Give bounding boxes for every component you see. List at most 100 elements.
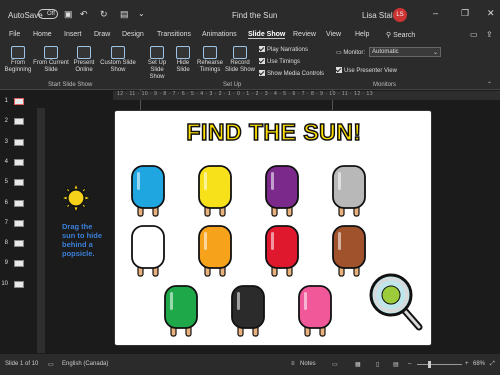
tab-design[interactable]: Design xyxy=(122,31,144,38)
show-media-controls-checkbox[interactable]: Show Media Controls xyxy=(259,70,324,77)
slide-canvas[interactable]: FIND THE SUN! xyxy=(114,110,432,346)
zoom-level[interactable]: 68% xyxy=(473,361,485,367)
slide-counter: Slide 1 of 10 xyxy=(5,361,39,367)
from-current-slide-button[interactable]: From Current Slide xyxy=(33,46,69,74)
from-current-label: From Current Slide xyxy=(33,60,69,73)
tab-view[interactable]: View xyxy=(326,31,341,38)
slide-thumbnail[interactable]: 9 xyxy=(0,260,30,268)
save-icon[interactable]: ▣ xyxy=(64,9,73,20)
slide-number: 4 xyxy=(4,158,8,165)
minimize-icon[interactable]: – xyxy=(433,8,438,18)
popsicle[interactable] xyxy=(131,165,165,217)
popsicle[interactable] xyxy=(198,165,232,217)
slide-thumbnail[interactable]: 4 xyxy=(0,158,30,166)
popsicle[interactable] xyxy=(332,165,366,217)
slide-thumbnail[interactable]: 5 xyxy=(0,179,30,187)
collapse-ribbon-icon[interactable]: ⌃ xyxy=(487,81,492,88)
slide-thumbnail-preview xyxy=(14,118,24,126)
customize-qat-icon[interactable]: ⌄ xyxy=(138,9,145,18)
setup-icon xyxy=(150,46,164,59)
slide-thumbnail[interactable]: 2 xyxy=(0,118,30,126)
zoom-in-icon[interactable]: + xyxy=(465,361,469,367)
group-label-set-up: Set Up xyxy=(223,82,242,88)
zoom-slider-thumb[interactable] xyxy=(428,361,431,368)
popsicle[interactable] xyxy=(265,225,299,277)
use-timings-checkbox[interactable]: Use Timings xyxy=(259,58,300,65)
close-icon[interactable]: ✕ xyxy=(487,8,495,19)
popsicle[interactable] xyxy=(265,165,299,217)
slide-thumbnail[interactable]: 1 xyxy=(0,98,30,105)
slide-sorter-icon[interactable]: ▦ xyxy=(355,361,361,368)
restore-icon[interactable]: ❐ xyxy=(461,8,469,19)
normal-view-icon[interactable]: ▭ xyxy=(332,361,338,368)
hide-slide-label: Hide Slide xyxy=(176,60,190,73)
monitor-select[interactable]: Automatic ⌄ xyxy=(369,47,441,57)
slide-thumbnail[interactable]: 8 xyxy=(0,240,30,248)
undo-icon[interactable]: ↶ xyxy=(80,9,88,20)
document-title: Find the Sun xyxy=(232,11,278,20)
rehearse-timings-button[interactable]: Rehearse Timings xyxy=(196,46,224,74)
tab-draw[interactable]: Draw xyxy=(94,31,110,38)
slide-number: 1 xyxy=(4,98,8,104)
set-up-slide-show-button[interactable]: Set Up Slide Show xyxy=(142,46,172,81)
search-box[interactable]: ⚲ Search xyxy=(386,31,415,39)
slide-thumbnail[interactable]: 10 xyxy=(0,280,30,288)
popsicle[interactable] xyxy=(298,285,332,337)
play-narrations-checkbox[interactable]: Play Narrations xyxy=(259,46,308,53)
comments-icon[interactable]: ▭ xyxy=(470,30,478,39)
vertical-ruler xyxy=(37,108,45,353)
tab-review[interactable]: Review xyxy=(293,31,316,38)
popsicle[interactable] xyxy=(164,285,198,337)
from-beginning-button[interactable]: From Beginning xyxy=(2,46,34,74)
zoom-slider[interactable] xyxy=(417,364,462,365)
popsicle[interactable] xyxy=(332,225,366,277)
popsicle[interactable] xyxy=(131,225,165,277)
tab-transitions[interactable]: Transitions xyxy=(157,31,191,38)
tab-file[interactable]: File xyxy=(9,31,20,38)
tab-help[interactable]: Help xyxy=(355,31,369,38)
slideshow-view-icon[interactable]: ▤ xyxy=(393,361,399,368)
checkbox-checked-icon xyxy=(336,67,342,73)
slide-thumbnail-preview xyxy=(14,98,24,105)
checkbox-checked-icon xyxy=(259,46,265,52)
autosave-toggle[interactable]: Off xyxy=(38,9,58,19)
share-icon[interactable]: ⇪ xyxy=(486,30,493,39)
tab-insert[interactable]: Insert xyxy=(64,31,82,38)
slide-thumbnail[interactable]: 6 xyxy=(0,199,30,207)
play-current-icon xyxy=(44,46,58,59)
status-bar: Slide 1 of 10 ▭ English (Canada) ≡ Notes… xyxy=(0,354,500,375)
reading-view-icon[interactable]: ▯ xyxy=(376,361,379,368)
record-slide-show-button[interactable]: Record Slide Show xyxy=(224,46,256,74)
notes-icon[interactable]: ≡ xyxy=(291,361,295,367)
play-narrations-label: Play Narrations xyxy=(267,47,309,53)
present-online-icon xyxy=(77,46,91,59)
use-presenter-view-checkbox[interactable]: Use Presenter View xyxy=(336,67,397,74)
language-status[interactable]: English (Canada) xyxy=(62,361,108,367)
zoom-out-icon[interactable]: – xyxy=(408,361,411,367)
slide-thumbnail[interactable]: 3 xyxy=(0,138,30,146)
hide-slide-button[interactable]: Hide Slide xyxy=(172,46,194,74)
present-icon[interactable]: ▤ xyxy=(120,9,129,20)
horizontal-ruler: 12 · 11 · 10 · 9 · 8 · 7 · 6 · 5 · 4 · 3… xyxy=(113,91,500,100)
custom-slide-show-button[interactable]: Custom Slide Show xyxy=(98,46,138,74)
slide-number: 10 xyxy=(1,280,8,287)
avatar[interactable]: LS xyxy=(393,8,407,22)
popsicle[interactable] xyxy=(231,285,265,337)
sun-icon[interactable] xyxy=(61,183,91,213)
from-beginning-label: From Beginning xyxy=(4,60,32,73)
present-online-button[interactable]: Present Online xyxy=(69,46,99,74)
fit-to-window-icon[interactable]: ⤢ xyxy=(490,361,495,368)
notes-button[interactable]: Notes xyxy=(300,361,316,367)
slide-thumbnail-preview xyxy=(14,280,24,288)
slide-number: 5 xyxy=(4,179,8,186)
tab-slide-show[interactable]: Slide Show xyxy=(248,31,286,39)
slide-thumbnail[interactable]: 7 xyxy=(0,219,30,227)
present-online-label: Present Online xyxy=(73,60,95,73)
tab-animations[interactable]: Animations xyxy=(202,31,237,38)
popsicle[interactable] xyxy=(198,225,232,277)
ribbon-tabs: File Home Insert Draw Design Transitions… xyxy=(0,30,500,43)
accessibility-icon[interactable]: ▭ xyxy=(48,361,54,368)
record-label: Record Slide Show xyxy=(224,60,256,73)
redo-icon[interactable]: ↻ xyxy=(100,9,108,20)
tab-home[interactable]: Home xyxy=(33,31,52,38)
